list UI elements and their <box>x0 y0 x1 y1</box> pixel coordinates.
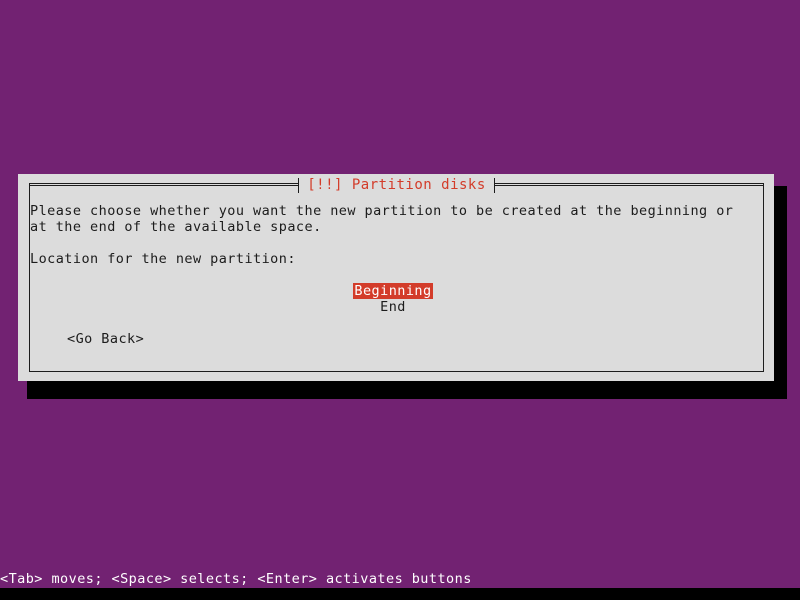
location-prompt-label: Location for the new partition: <box>30 251 296 267</box>
installer-screen: [!!] Partition disks Please choose wheth… <box>0 0 800 600</box>
dialog-description: Please choose whether you want the new p… <box>30 203 742 235</box>
bottom-black-strip <box>0 588 800 600</box>
option-end-label: End <box>380 299 406 315</box>
dialog-body: Please choose whether you want the new p… <box>18 174 774 381</box>
location-options-list: Beginning End <box>30 283 756 315</box>
dialog-button-row: <Go Back> <box>30 331 756 347</box>
partition-disks-dialog: [!!] Partition disks Please choose wheth… <box>18 174 774 381</box>
status-bar-hint: <Tab> moves; <Space> selects; <Enter> ac… <box>0 571 800 588</box>
go-back-button[interactable]: <Go Back> <box>67 331 144 347</box>
option-beginning[interactable]: Beginning <box>30 283 756 299</box>
option-beginning-label: Beginning <box>353 283 433 299</box>
option-end[interactable]: End <box>30 299 756 315</box>
